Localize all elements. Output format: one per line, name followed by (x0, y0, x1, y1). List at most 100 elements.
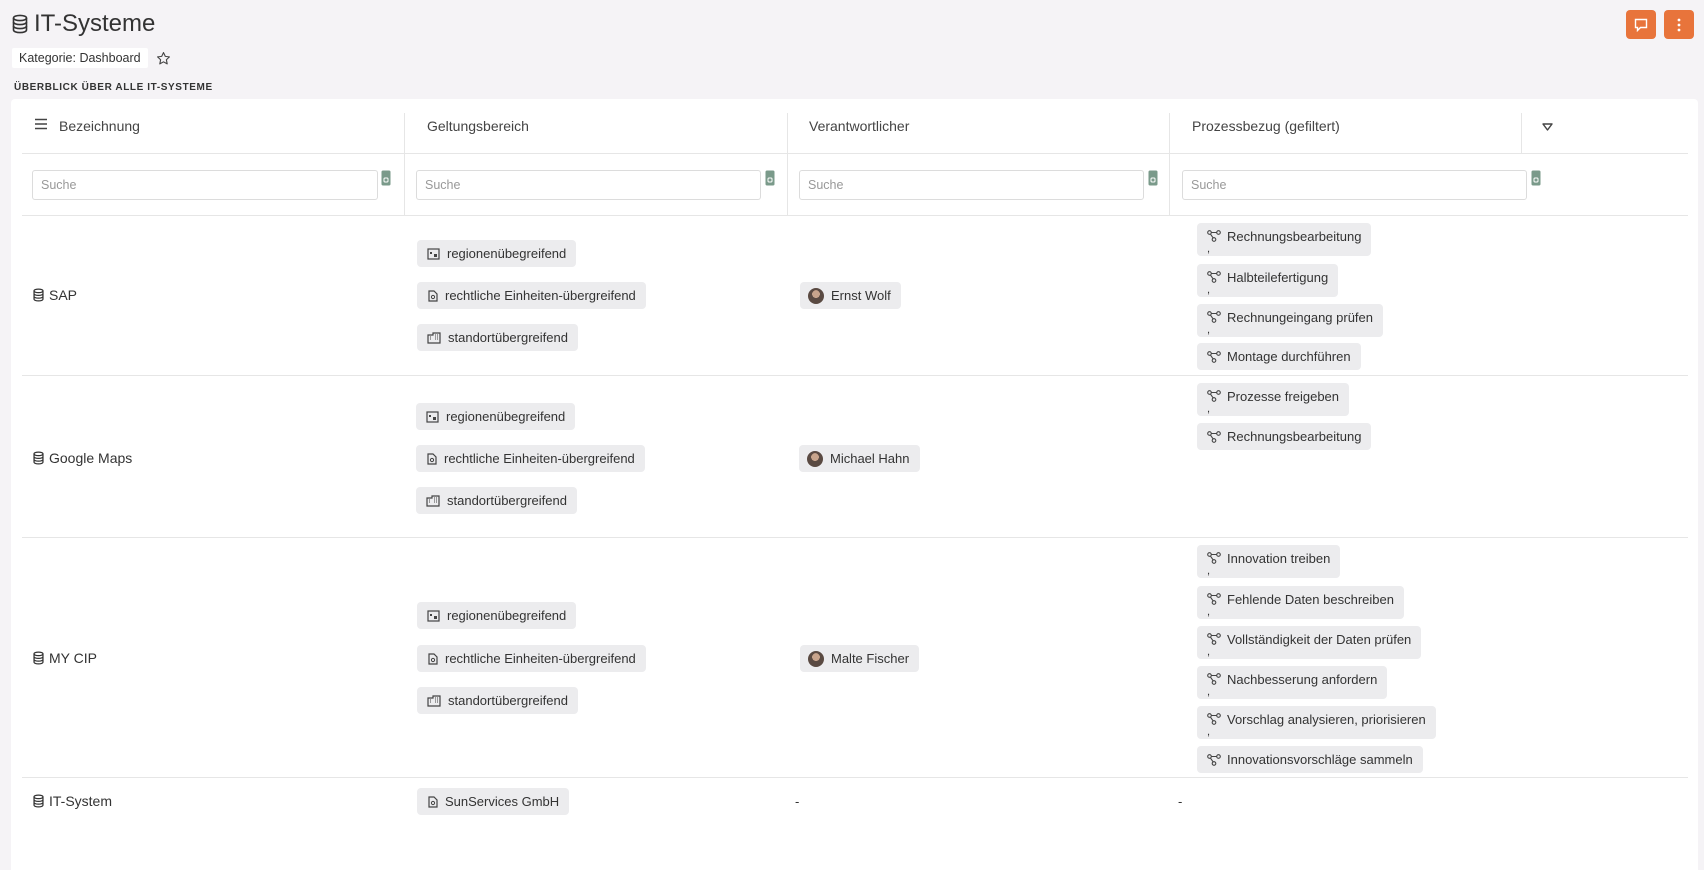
process-label: Vorschlag analysieren, priorisieren (1227, 711, 1426, 727)
owner-chip[interactable]: Malte Fischer (800, 645, 920, 672)
search-input-verantwortlicher[interactable]: Suche (799, 170, 1144, 200)
process-label: Fehlende Daten beschreiben (1227, 591, 1394, 607)
row-name[interactable]: IT-System (33, 793, 112, 809)
scope-chip[interactable]: regionenübegreifend (417, 240, 577, 267)
scope-chip[interactable]: standortübergreifend (417, 324, 578, 351)
table-row[interactable]: SAP regionenübegreifend rechtliche Einhe… (22, 216, 1688, 376)
it-systems-table: Bezeichnung Geltungsbereich Verantwortli… (11, 99, 1698, 870)
process-chip[interactable]: Rechnungeingang prüfen , (1197, 304, 1384, 337)
process-chip[interactable]: Nachbesserung anfordern , (1197, 666, 1388, 699)
search-input-geltungsbereich[interactable]: Suche (416, 170, 761, 200)
legal-entity-icon (427, 652, 438, 665)
process-label: Rechnungsbearbeitung (1227, 429, 1362, 444)
scope-label: rechtliche Einheiten-übergreifend (445, 651, 636, 666)
process-chip[interactable]: Halbteilefertigung , (1197, 264, 1339, 297)
process-label: Rechnungeingang prüfen (1227, 309, 1374, 325)
process-icon (1207, 271, 1221, 283)
scope-label: regionenübegreifend (447, 246, 567, 261)
separator: , (1207, 403, 1211, 415)
more-options-button[interactable] (1664, 10, 1694, 39)
search-input-prozessbezug[interactable]: Suche (1182, 170, 1527, 200)
col-header-bezeichnung[interactable]: Bezeichnung (59, 118, 140, 134)
scope-label: rechtliche Einheiten-übergreifend (445, 288, 636, 303)
star-icon[interactable] (156, 51, 171, 66)
process-chip[interactable]: Vorschlag analysieren, priorisieren , (1197, 706, 1436, 739)
process-chip[interactable]: Innovation treiben , (1197, 545, 1341, 578)
table-row[interactable]: IT-System SunServices GmbH - - (22, 778, 1688, 828)
separator: , (1207, 606, 1211, 618)
scope-chip[interactable]: regionenübegreifend (417, 602, 577, 629)
avatar (808, 650, 824, 667)
search-input-bezeichnung[interactable]: Suche (32, 170, 378, 200)
owner-name: Ernst Wolf (831, 288, 891, 303)
owner-chip[interactable]: Michael Hahn (799, 445, 920, 472)
scope-chip[interactable]: SunServices GmbH (417, 788, 570, 815)
scope-label: standortübergreifend (448, 693, 568, 708)
region-icon (427, 609, 440, 622)
legal-entity-icon (426, 452, 437, 465)
legal-entity-icon (427, 289, 438, 302)
process-icon (1207, 753, 1221, 766)
page-title-text: IT-Systeme (34, 10, 156, 37)
process-icon (1207, 593, 1221, 605)
process-label: Rechnungsbearbeitung (1227, 228, 1362, 244)
page-title: IT-Systeme (12, 10, 155, 38)
scope-chip[interactable]: rechtliche Einheiten-übergreifend (417, 282, 646, 309)
row-name[interactable]: MY CIP (33, 650, 97, 666)
category-chip[interactable]: Kategorie: Dashboard (12, 48, 148, 68)
legal-entity-icon (427, 795, 438, 808)
process-chip[interactable]: Rechnungsbearbeitung , (1197, 223, 1372, 256)
scope-label: regionenübegreifend (447, 608, 567, 623)
building-icon (427, 331, 441, 344)
avatar (808, 287, 824, 304)
owner-name: Michael Hahn (830, 451, 910, 466)
row-name[interactable]: SAP (33, 287, 77, 303)
filter-row: Suche Suche Suche Suche (22, 154, 1688, 216)
process-chip[interactable]: Montage durchführen (1197, 343, 1361, 370)
region-icon (426, 410, 439, 423)
scope-chip[interactable]: rechtliche Einheiten-übergreifend (416, 445, 645, 472)
menu-icon[interactable] (34, 118, 48, 130)
scope-chip[interactable]: standortübergreifend (417, 687, 578, 714)
process-label: Innovationsvorschläge sammeln (1227, 752, 1413, 767)
lock-icon[interactable] (381, 170, 391, 186)
separator: , (1207, 565, 1211, 577)
lock-icon[interactable] (1531, 170, 1541, 186)
table-row[interactable]: MY CIP regionenübegreifend rechtliche Ei… (22, 538, 1688, 778)
lock-icon[interactable] (765, 170, 775, 186)
col-header-geltungsbereich[interactable]: Geltungsbereich (427, 118, 529, 134)
lock-icon[interactable] (1148, 170, 1158, 186)
comment-button[interactable] (1626, 10, 1656, 39)
col-header-verantwortlicher[interactable]: Verantwortlicher (809, 118, 909, 134)
process-chip[interactable]: Innovationsvorschläge sammeln (1197, 746, 1423, 773)
separator: , (1207, 726, 1211, 738)
more-vert-icon (1677, 18, 1681, 32)
scope-chip[interactable]: standortübergreifend (416, 487, 577, 514)
col-header-prozessbezug[interactable]: Prozessbezug (gefiltert) (1192, 118, 1340, 134)
process-icon (1207, 390, 1221, 402)
scope-chip[interactable]: rechtliche Einheiten-übergreifend (417, 645, 646, 672)
process-chip[interactable]: Prozesse freigeben , (1197, 383, 1350, 416)
process-chip[interactable]: Vollständigkeit der Daten prüfen , (1197, 626, 1422, 659)
scope-label: rechtliche Einheiten-übergreifend (444, 451, 635, 466)
process-label: Nachbesserung anfordern (1227, 671, 1378, 687)
process-chip[interactable]: Fehlende Daten beschreiben , (1197, 586, 1404, 619)
separator: , (1207, 284, 1211, 296)
database-icon (12, 14, 28, 34)
process-label: Vollständigkeit der Daten prüfen (1227, 631, 1412, 647)
scope-label: regionenübegreifend (446, 409, 566, 424)
process-icon (1207, 350, 1221, 363)
scope-chip[interactable]: regionenübegreifend (416, 403, 576, 430)
process-icon (1207, 633, 1221, 645)
process-icon (1207, 552, 1221, 564)
process-icon (1207, 673, 1221, 685)
scope-label: SunServices GmbH (445, 794, 560, 809)
separator: , (1207, 243, 1211, 255)
section-label: ÜBERBLICK ÜBER ALLE IT-SYSTEME (14, 82, 213, 93)
owner-chip[interactable]: Ernst Wolf (800, 282, 901, 309)
process-empty: - (1178, 794, 1183, 809)
table-row[interactable]: Google Maps regionenübegreifend rechtlic… (22, 376, 1688, 538)
row-name[interactable]: Google Maps (33, 450, 132, 466)
process-chip[interactable]: Rechnungsbearbeitung (1197, 423, 1372, 450)
sort-down-icon[interactable] (1542, 123, 1553, 131)
